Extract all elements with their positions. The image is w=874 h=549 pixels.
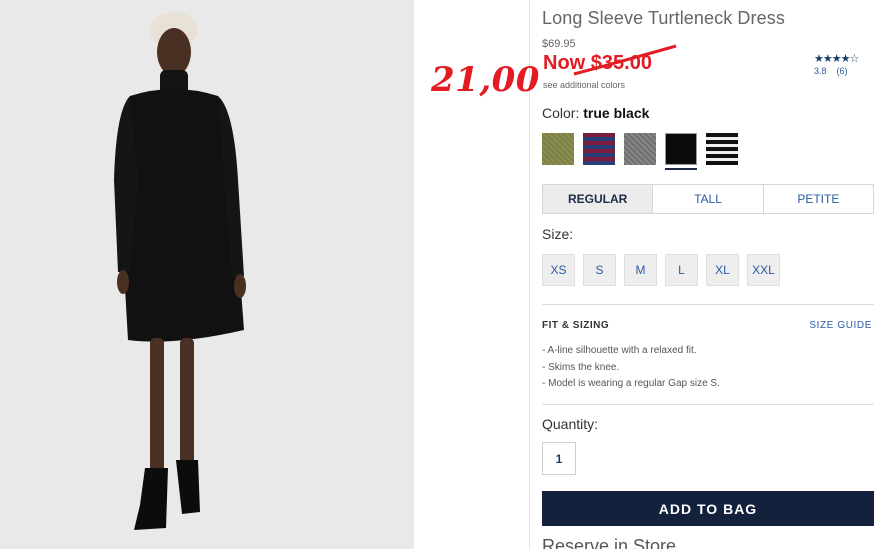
size-guide-link[interactable]: SIZE GUIDE (809, 320, 872, 331)
see-additional-colors-link[interactable]: see additional colors (543, 80, 625, 90)
rating[interactable]: ★★★★☆ 3.8 (6) (814, 52, 859, 76)
product-title: Long Sleeve Turtleneck Dress (542, 8, 785, 28)
fit-details-list: - A-line silhouette with a relaxed fit. … (542, 343, 720, 393)
size-s-button[interactable]: S (583, 254, 616, 286)
swatch-black-white-stripe[interactable] (706, 133, 738, 165)
selected-color: true black (583, 105, 650, 121)
quantity-input[interactable]: 1 (542, 442, 576, 475)
section-divider (542, 304, 874, 305)
tab-petite[interactable]: PETITE (764, 185, 873, 213)
handwritten-price: 21,00 (431, 60, 540, 100)
rating-stars: ★★★★☆ (814, 53, 859, 65)
selected-swatch-indicator (665, 168, 697, 170)
size-label: Size: (542, 226, 574, 242)
model-illustration (0, 0, 414, 549)
swatch-burgundy-navy-stripe[interactable] (583, 133, 615, 165)
original-price: $69.95 (542, 38, 576, 50)
list-item: - Skims the knee. (542, 361, 620, 373)
swatch-true-black[interactable] (665, 133, 697, 165)
color-label-text: Color: (542, 105, 580, 121)
fit-sizing-heading: FIT & SIZING (542, 320, 610, 331)
section-divider (542, 404, 874, 405)
rating-meta: 3.8 (6) (814, 66, 858, 76)
add-to-bag-button[interactable]: ADD TO BAG (542, 491, 874, 526)
price-strike-mark (573, 44, 677, 76)
rating-score: 3.8 (814, 66, 827, 76)
size-xxl-button[interactable]: XXL (747, 254, 780, 286)
product-image[interactable] (0, 0, 414, 549)
list-item: - A-line silhouette with a relaxed fit. (542, 345, 697, 356)
color-label: Color: true black (542, 105, 649, 121)
list-item: - Model is wearing a regular Gap size S. (542, 378, 720, 389)
fit-tabs: REGULAR TALL PETITE (542, 184, 874, 214)
size-l-button[interactable]: L (665, 254, 698, 286)
quantity-label: Quantity: (542, 416, 599, 432)
review-count[interactable]: (6) (837, 66, 848, 76)
swatch-olive[interactable] (542, 133, 574, 165)
tab-tall[interactable]: TALL (653, 185, 764, 213)
reserve-in-store-heading[interactable]: Reserve in Store (542, 536, 676, 549)
swatch-heather-gray[interactable] (624, 133, 656, 165)
tab-regular[interactable]: REGULAR (543, 185, 654, 213)
size-xs-button[interactable]: XS (542, 254, 575, 286)
size-m-button[interactable]: M (624, 254, 657, 286)
size-xl-button[interactable]: XL (706, 254, 739, 286)
